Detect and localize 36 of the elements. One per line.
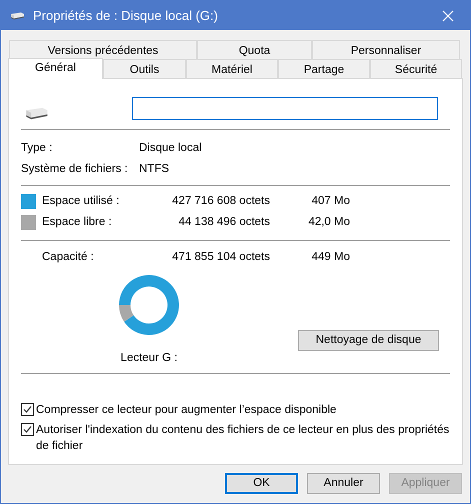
tab[interactable]: Partage xyxy=(278,59,370,78)
checkbox-label[interactable]: Autoriser l'indexation du contenu des fichiers de ce lecteur en plus des propriétés de fichier xyxy=(36,422,450,454)
checkmark-icon xyxy=(23,425,32,434)
disk-cleanup-button[interactable]: Nettoyage de disque xyxy=(298,330,439,351)
capacity-bytes: 471 855 104 octets xyxy=(171,250,270,265)
space-size: 42,0 Mo xyxy=(307,214,350,230)
tab[interactable]: Sécurité xyxy=(370,59,462,78)
dialog-button[interactable]: OK xyxy=(225,473,298,494)
field-value: NTFS xyxy=(139,162,170,177)
tab[interactable]: Versions précédentes xyxy=(9,40,197,59)
field-label: Type : xyxy=(21,140,54,156)
tab[interactable]: Quota xyxy=(197,40,312,59)
name-field[interactable] xyxy=(132,97,438,120)
drive-icon xyxy=(23,107,49,120)
space-label: Espace libre : xyxy=(42,214,113,230)
field-value: Disque local xyxy=(139,140,202,156)
dialog-button[interactable]: Annuler xyxy=(307,473,380,494)
tab[interactable]: Matériel xyxy=(186,59,278,78)
drive-icon xyxy=(9,12,25,20)
window-title: Propriétés de : Disque local (G:) xyxy=(33,6,218,25)
space-bytes: 427 716 608 octets xyxy=(171,194,270,209)
checkbox[interactable] xyxy=(21,423,34,436)
checkmark-icon xyxy=(23,405,32,414)
checkbox[interactable] xyxy=(21,403,34,416)
space-bytes: 44 138 496 octets xyxy=(178,214,270,230)
space-size: 407 Mo xyxy=(310,194,350,209)
drive-label: Lecteur G : xyxy=(120,351,178,366)
checkbox-label[interactable]: Compresser ce lecteur pour augmenter l’espace disponible xyxy=(36,402,450,418)
capacity-label: Capacité : xyxy=(42,250,95,265)
space-label: Espace utilisé : xyxy=(42,194,120,209)
capacity-size: 449 Mo xyxy=(310,250,350,265)
tab[interactable]: Général xyxy=(8,58,103,79)
tab[interactable]: Personnaliser xyxy=(312,40,460,59)
close-icon[interactable] xyxy=(442,10,454,22)
field-label: Système de fichiers : xyxy=(21,162,129,177)
tab[interactable]: Outils xyxy=(103,59,186,78)
